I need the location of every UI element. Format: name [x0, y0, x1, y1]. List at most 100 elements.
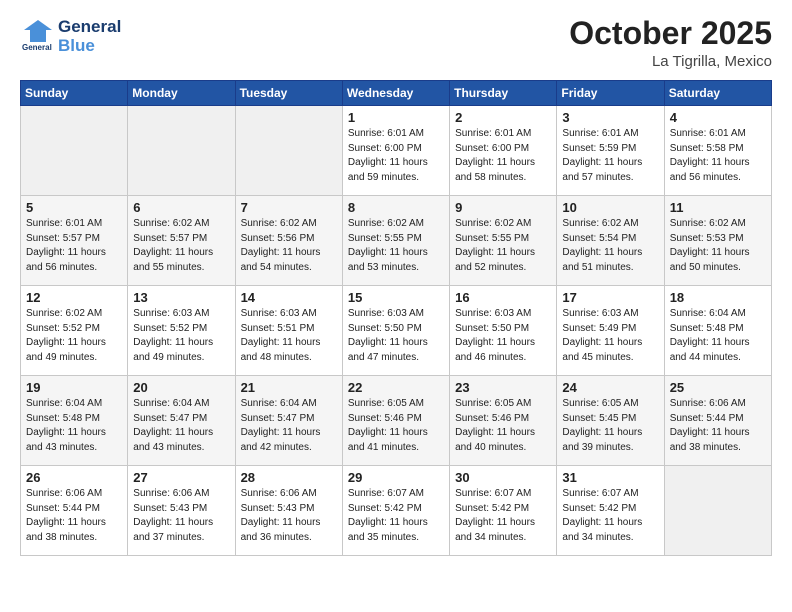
calendar-cell	[128, 106, 235, 196]
day-number: 25	[670, 380, 766, 395]
calendar-cell: 2Sunrise: 6:01 AMSunset: 6:00 PMDaylight…	[450, 106, 557, 196]
day-info: Sunrise: 6:03 AMSunset: 5:50 PMDaylight:…	[455, 307, 551, 365]
calendar-cell: 8 Sunrise: 6:02 AMSunset: 5:55 PMDaylight…	[342, 196, 449, 286]
day-info: Sunrise: 6:03 AMSunset: 5:50 PMDaylight:…	[348, 307, 444, 365]
day-number: 3	[562, 110, 658, 125]
day-info: Sunrise: 6:03 AMSunset: 5:51 PMDaylight:…	[241, 307, 337, 365]
calendar-cell: 31Sunrise: 6:07 AMSunset: 5:42 PMDayligh…	[557, 466, 664, 556]
day-number: 9	[455, 200, 551, 215]
day-number: 17	[562, 290, 658, 305]
day-number: 8	[348, 200, 444, 215]
calendar-cell: 30 Sunrise: 6:07 AMSunset: 5:42 PMDayligh…	[450, 466, 557, 556]
day-info: Sunrise: 6:01 AMSunset: 5:58 PMDaylight:…	[670, 127, 766, 185]
header-day-saturday: Saturday	[664, 81, 771, 106]
day-number: 22	[348, 380, 444, 395]
calendar-cell: 24 Sunrise: 6:05 AMSunset: 5:45 PMDayligh…	[557, 376, 664, 466]
day-info: Sunrise: 6:06 AMSunset: 5:43 PMDaylight:…	[133, 487, 229, 545]
calendar-header-row: SundayMondayTuesdayWednesdayThursdayFrid…	[21, 81, 772, 106]
day-info: Sunrise: 6:06 AMSunset: 5:43 PMDaylight:…	[241, 487, 337, 545]
calendar-cell: 9 Sunrise: 6:02 AMSunset: 5:55 PMDaylight…	[450, 196, 557, 286]
day-info: Sunrise: 6:02 AMSunset: 5:56 PMDaylight:…	[241, 217, 337, 275]
location: La Tigrilla, Mexico	[569, 53, 772, 70]
day-number: 14	[241, 290, 337, 305]
day-number: 10	[562, 200, 658, 215]
calendar-cell: 1Sunrise: 6:01 AMSunset: 6:00 PMDaylight…	[342, 106, 449, 196]
calendar-cell: 15 Sunrise: 6:03 AMSunset: 5:50 PMDayligh…	[342, 286, 449, 376]
month-title: October 2025	[569, 16, 772, 51]
calendar-cell: 3Sunrise: 6:01 AMSunset: 5:59 PMDaylight…	[557, 106, 664, 196]
day-info: Sunrise: 6:02 AMSunset: 5:55 PMDaylight:…	[348, 217, 444, 275]
day-number: 5	[26, 200, 122, 215]
calendar-cell: 7 Sunrise: 6:02 AMSunset: 5:56 PMDaylight…	[235, 196, 342, 286]
logo-text-line1: General	[58, 18, 121, 37]
calendar-cell: 13 Sunrise: 6:03 AMSunset: 5:52 PMDayligh…	[128, 286, 235, 376]
day-number: 4	[670, 110, 766, 125]
calendar-cell	[235, 106, 342, 196]
calendar-cell: 20Sunrise: 6:04 AMSunset: 5:47 PMDayligh…	[128, 376, 235, 466]
day-number: 27	[133, 470, 229, 485]
day-number: 30	[455, 470, 551, 485]
day-number: 18	[670, 290, 766, 305]
title-block: October 2025 La Tigrilla, Mexico	[569, 16, 772, 70]
logo-icon: General	[20, 16, 56, 52]
day-number: 28	[241, 470, 337, 485]
calendar-cell: 16 Sunrise: 6:03 AMSunset: 5:50 PMDayligh…	[450, 286, 557, 376]
logo-text-line2: Blue	[58, 37, 121, 56]
calendar-cell: 21Sunrise: 6:04 AMSunset: 5:47 PMDayligh…	[235, 376, 342, 466]
day-number: 6	[133, 200, 229, 215]
day-number: 12	[26, 290, 122, 305]
header-day-sunday: Sunday	[21, 81, 128, 106]
header-day-friday: Friday	[557, 81, 664, 106]
day-number: 1	[348, 110, 444, 125]
calendar-cell: 29 Sunrise: 6:07 AMSunset: 5:42 PMDayligh…	[342, 466, 449, 556]
header: General General Blue October 2025 La Tig…	[20, 16, 772, 70]
calendar-cell: 23 Sunrise: 6:05 AMSunset: 5:46 PMDayligh…	[450, 376, 557, 466]
day-info: Sunrise: 6:02 AMSunset: 5:55 PMDaylight:…	[455, 217, 551, 275]
day-info: Sunrise: 6:05 AMSunset: 5:46 PMDaylight:…	[455, 397, 551, 455]
calendar-table: SundayMondayTuesdayWednesdayThursdayFrid…	[20, 80, 772, 556]
header-day-tuesday: Tuesday	[235, 81, 342, 106]
svg-text:General: General	[22, 43, 52, 52]
day-number: 15	[348, 290, 444, 305]
day-info: Sunrise: 6:03 AMSunset: 5:49 PMDaylight:…	[562, 307, 658, 365]
day-info: Sunrise: 6:05 AMSunset: 5:45 PMDaylight:…	[562, 397, 658, 455]
logo: General General Blue	[20, 16, 121, 57]
day-info: Sunrise: 6:07 AMSunset: 5:42 PMDaylight:…	[455, 487, 551, 545]
day-info: Sunrise: 6:04 AMSunset: 5:48 PMDaylight:…	[670, 307, 766, 365]
day-info: Sunrise: 6:03 AMSunset: 5:52 PMDaylight:…	[133, 307, 229, 365]
day-number: 7	[241, 200, 337, 215]
day-number: 11	[670, 200, 766, 215]
calendar-cell	[664, 466, 771, 556]
day-number: 29	[348, 470, 444, 485]
calendar-cell	[21, 106, 128, 196]
day-number: 20	[133, 380, 229, 395]
calendar-cell: 27 Sunrise: 6:06 AMSunset: 5:43 PMDayligh…	[128, 466, 235, 556]
day-number: 26	[26, 470, 122, 485]
day-number: 24	[562, 380, 658, 395]
calendar-cell: 19Sunrise: 6:04 AMSunset: 5:48 PMDayligh…	[21, 376, 128, 466]
calendar-cell: 17 Sunrise: 6:03 AMSunset: 5:49 PMDayligh…	[557, 286, 664, 376]
day-info: Sunrise: 6:04 AMSunset: 5:48 PMDaylight:…	[26, 397, 122, 455]
day-number: 16	[455, 290, 551, 305]
calendar-cell: 26Sunrise: 6:06 AMSunset: 5:44 PMDayligh…	[21, 466, 128, 556]
day-info: Sunrise: 6:06 AMSunset: 5:44 PMDaylight:…	[670, 397, 766, 455]
calendar-cell: 11 Sunrise: 6:02 AMSunset: 5:53 PMDayligh…	[664, 196, 771, 286]
day-info: Sunrise: 6:07 AMSunset: 5:42 PMDaylight:…	[348, 487, 444, 545]
calendar-cell: 4 Sunrise: 6:01 AMSunset: 5:58 PMDaylight…	[664, 106, 771, 196]
day-number: 13	[133, 290, 229, 305]
day-info: Sunrise: 6:02 AMSunset: 5:53 PMDaylight:…	[670, 217, 766, 275]
day-info: Sunrise: 6:01 AMSunset: 5:57 PMDaylight:…	[26, 217, 122, 275]
day-number: 23	[455, 380, 551, 395]
header-day-wednesday: Wednesday	[342, 81, 449, 106]
header-day-monday: Monday	[128, 81, 235, 106]
calendar-cell: 14 Sunrise: 6:03 AMSunset: 5:51 PMDayligh…	[235, 286, 342, 376]
calendar-cell: 12 Sunrise: 6:02 AMSunset: 5:52 PMDayligh…	[21, 286, 128, 376]
day-info: Sunrise: 6:05 AMSunset: 5:46 PMDaylight:…	[348, 397, 444, 455]
day-info: Sunrise: 6:07 AMSunset: 5:42 PMDaylight:…	[562, 487, 658, 545]
day-info: Sunrise: 6:04 AMSunset: 5:47 PMDaylight:…	[241, 397, 337, 455]
calendar-cell: 22 Sunrise: 6:05 AMSunset: 5:46 PMDayligh…	[342, 376, 449, 466]
header-day-thursday: Thursday	[450, 81, 557, 106]
day-info: Sunrise: 6:01 AMSunset: 6:00 PMDaylight:…	[455, 127, 551, 185]
day-info: Sunrise: 6:02 AMSunset: 5:52 PMDaylight:…	[26, 307, 122, 365]
day-info: Sunrise: 6:02 AMSunset: 5:57 PMDaylight:…	[133, 217, 229, 275]
